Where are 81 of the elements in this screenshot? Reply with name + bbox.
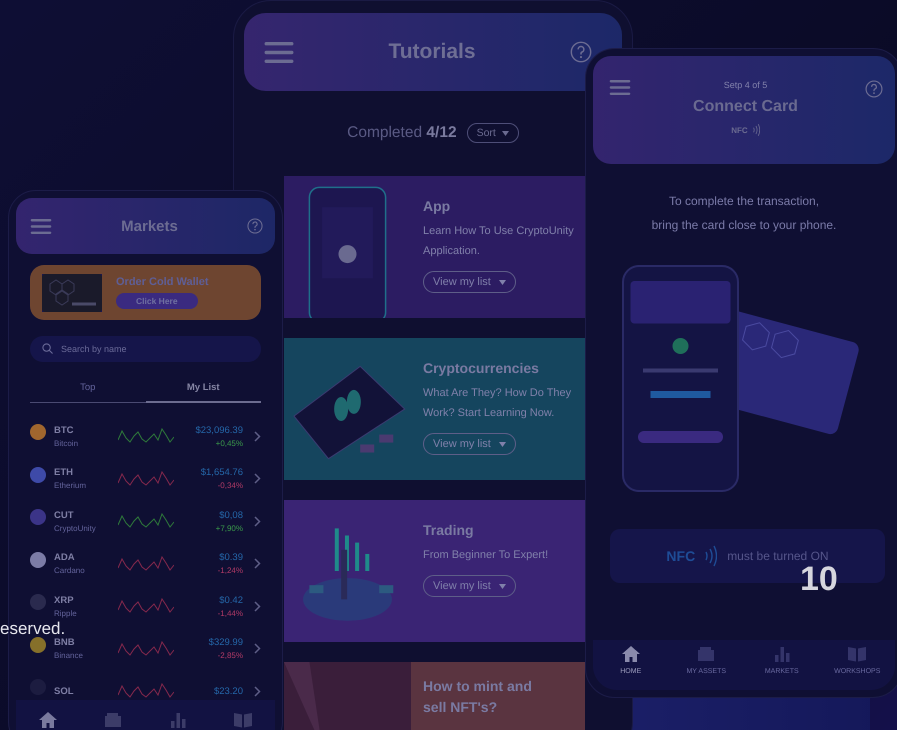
price-change: +0,45% <box>214 438 243 448</box>
instruction-text: To complete the transaction, bring the card close to your phone. <box>650 193 838 234</box>
nfc-label: NFC <box>666 548 696 564</box>
price-change: -1,44% <box>216 608 243 618</box>
card-description: What Are They? How Do They Work? Start Learning Now. <box>423 386 572 421</box>
coin-symbol: CUT <box>54 510 75 521</box>
price-change: -0,34% <box>216 481 243 490</box>
chevron-icon[interactable] <box>254 473 261 484</box>
screen-title: Markets <box>121 218 178 234</box>
screen-title: Connect Card <box>692 98 799 116</box>
coin-symbol: BTC <box>54 424 75 436</box>
coin-symbol: SOL <box>54 686 75 697</box>
tutorial-card[interactable]: How to mint and sell NFT's? <box>284 662 585 730</box>
caret-icon <box>502 130 509 136</box>
book-icon <box>847 644 868 664</box>
slide-number: 10 <box>800 560 838 599</box>
coin-price: $1,654.76 <box>200 467 243 478</box>
coin-symbol: ETH <box>54 467 74 478</box>
chevron-icon[interactable] <box>254 643 261 654</box>
coin-name: CryptoUnity <box>54 524 97 533</box>
menu-icon[interactable] <box>608 80 632 95</box>
coin-price: $0,08 <box>218 510 243 521</box>
coin-price: $0.39 <box>218 552 243 564</box>
chevron-icon[interactable] <box>254 558 261 570</box>
coin-price: $23.20 <box>212 686 243 697</box>
coin-price: $329.99 <box>208 637 243 648</box>
coin-price: $23,096.39 <box>194 424 243 436</box>
nfc-waves-icon <box>705 544 718 568</box>
wallet-icon <box>696 644 716 664</box>
price-change: -2,85% <box>216 651 243 660</box>
promo-button[interactable]: Click Here <box>116 293 198 309</box>
notice-text: must be turned ON <box>727 549 829 563</box>
coin-name: Etherium <box>54 481 88 490</box>
menu-icon[interactable] <box>30 218 52 234</box>
search-icon <box>42 343 53 354</box>
coin-symbol: BNB <box>54 637 76 648</box>
promo-title: Order Cold Wallet <box>116 276 208 288</box>
coin-name: Binance <box>54 651 84 660</box>
coin-name: Ripple <box>54 608 78 618</box>
card-description: Learn How To Use CryptoUnity Application. <box>423 224 575 259</box>
nfc-label: NFC <box>731 126 748 134</box>
coin-symbol: ADA <box>54 552 76 564</box>
card-title: How to mint and sell NFT's? <box>423 677 533 717</box>
view-list-button[interactable]: View my list <box>423 433 516 455</box>
card-title: Trading <box>423 521 475 540</box>
tab[interactable]: Top <box>30 376 146 403</box>
book-icon <box>232 710 253 730</box>
card-title: App <box>423 197 452 216</box>
price-change: -1,24% <box>216 566 243 576</box>
price-change: +7,90% <box>214 524 243 533</box>
menu-icon[interactable] <box>264 42 294 62</box>
screen-title: Tutorials <box>388 40 476 64</box>
chevron-icon[interactable] <box>254 516 261 527</box>
tab[interactable]: My List <box>146 376 261 403</box>
sort-button[interactable]: Sort <box>466 123 519 143</box>
chevron-icon[interactable] <box>254 600 261 612</box>
step-label: Setp 4 of 5 <box>722 80 768 90</box>
chevron-icon[interactable] <box>254 686 261 697</box>
chevron-icon[interactable] <box>254 430 261 442</box>
card-title: Cryptocurrencies <box>423 359 540 378</box>
caret-icon <box>498 584 506 588</box>
progress-label: Completed 4/12 <box>347 124 457 142</box>
coin-symbol: XRP <box>54 594 75 606</box>
view-list-button[interactable]: View my list <box>423 271 516 293</box>
search-field[interactable]: Search by name <box>30 336 261 362</box>
promo-banner[interactable]: Order Cold Wallet Click Here <box>30 265 261 320</box>
help-icon[interactable] <box>570 41 592 63</box>
nfc-waves-icon <box>752 124 760 136</box>
footer-text: eserved. <box>0 619 66 638</box>
help-icon[interactable] <box>865 80 883 98</box>
help-icon[interactable] <box>246 218 263 234</box>
view-list-button[interactable]: View my list <box>423 575 516 597</box>
coin-name: Cardano <box>54 566 86 576</box>
wallet-icon <box>103 710 124 730</box>
coin-price: $0.42 <box>218 594 243 606</box>
home-icon <box>38 710 58 730</box>
coin-name: Bitcoin <box>54 438 80 448</box>
caret-icon <box>498 442 506 446</box>
home-icon <box>620 644 641 664</box>
caret-icon <box>498 280 506 284</box>
card-description: From Beginner To Expert! <box>423 548 550 563</box>
